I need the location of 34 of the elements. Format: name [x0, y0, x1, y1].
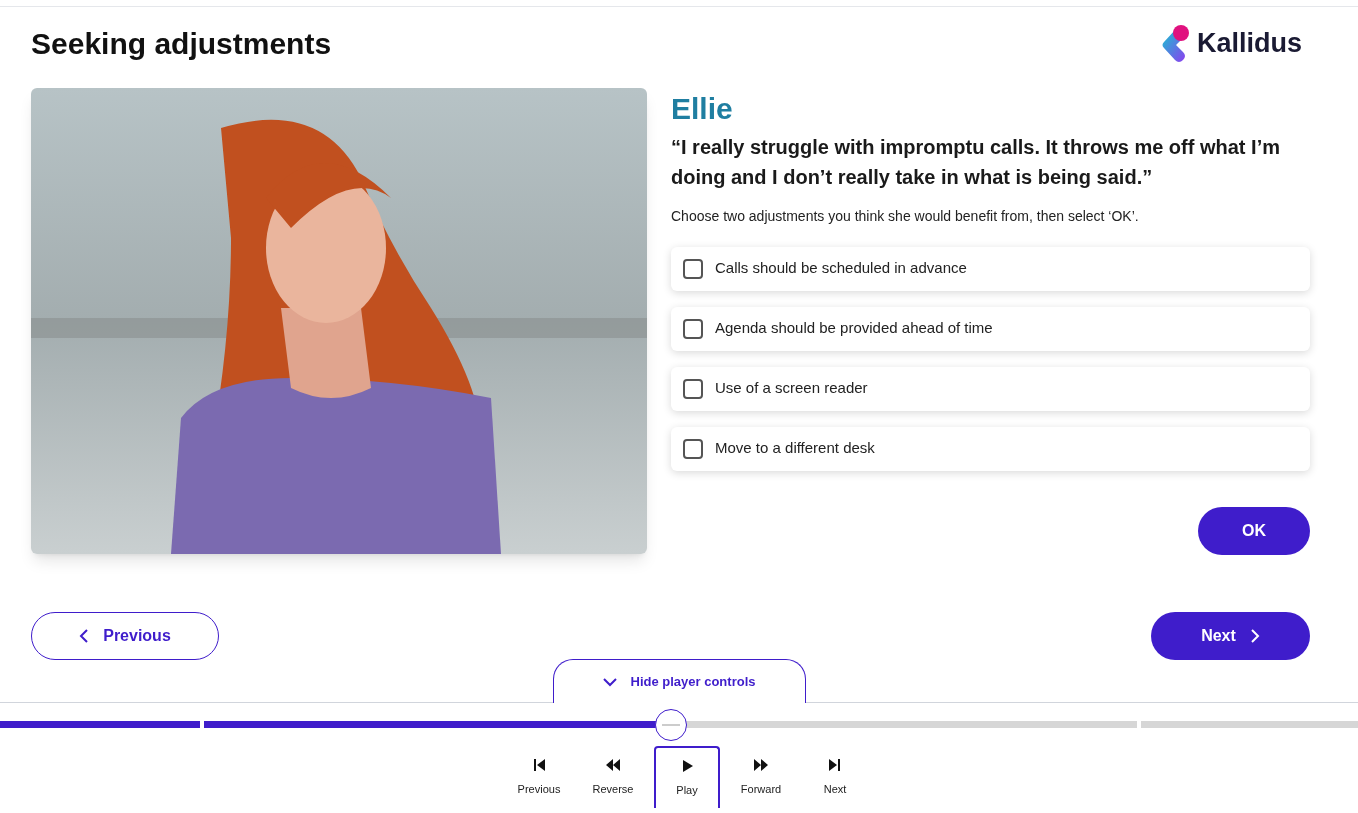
- progress-thumb[interactable]: [654, 709, 687, 741]
- option-row[interactable]: Move to a different desk: [671, 426, 1310, 471]
- reverse-icon: [605, 756, 621, 773]
- checkbox[interactable]: [683, 258, 703, 279]
- player-control-button[interactable]: Reverse: [580, 746, 646, 808]
- player-control-button[interactable]: Play: [654, 746, 720, 808]
- option-row[interactable]: Use of a screen reader: [671, 366, 1310, 411]
- forward-icon: [753, 756, 769, 773]
- character-name: Ellie: [671, 91, 734, 127]
- option-label: Use of a screen reader: [715, 378, 868, 399]
- option-label: Move to a different desk: [715, 438, 875, 459]
- hide-controls-tab[interactable]: Hide player controls: [552, 659, 806, 703]
- first-icon: [531, 756, 547, 773]
- last-icon: [827, 756, 843, 773]
- player-control-button[interactable]: Forward: [728, 746, 794, 808]
- player-control-button[interactable]: Next: [802, 746, 868, 808]
- chevron-left-icon: [79, 629, 90, 643]
- logo-text: Kallidus: [1196, 27, 1302, 61]
- chevron-down-icon: [602, 676, 617, 687]
- quote-text: “I really struggle with impromptu calls. It throws me off what I’m doing and I don’t really take in what is being said.”: [671, 134, 1281, 190]
- option-row[interactable]: Calls should be scheduled in advance: [671, 246, 1310, 291]
- checkbox[interactable]: [683, 438, 703, 459]
- player-control-button[interactable]: Previous: [506, 746, 572, 808]
- instruction-text: Choose two adjustments you think she would benefit from, then select ‘OK’.: [671, 206, 1140, 226]
- logo-icon: [1160, 23, 1191, 64]
- next-button[interactable]: Next: [1151, 612, 1310, 660]
- option-label: Agenda should be provided ahead of time: [715, 318, 993, 339]
- checkbox[interactable]: [683, 378, 703, 399]
- checkbox[interactable]: [683, 318, 703, 339]
- ok-button[interactable]: OK: [1198, 506, 1310, 555]
- page-title: Seeking adjustments: [31, 26, 332, 62]
- chevron-right-icon: [1249, 629, 1260, 643]
- option-row[interactable]: Agenda should be provided ahead of time: [671, 306, 1310, 351]
- option-label: Calls should be scheduled in advance: [715, 258, 967, 279]
